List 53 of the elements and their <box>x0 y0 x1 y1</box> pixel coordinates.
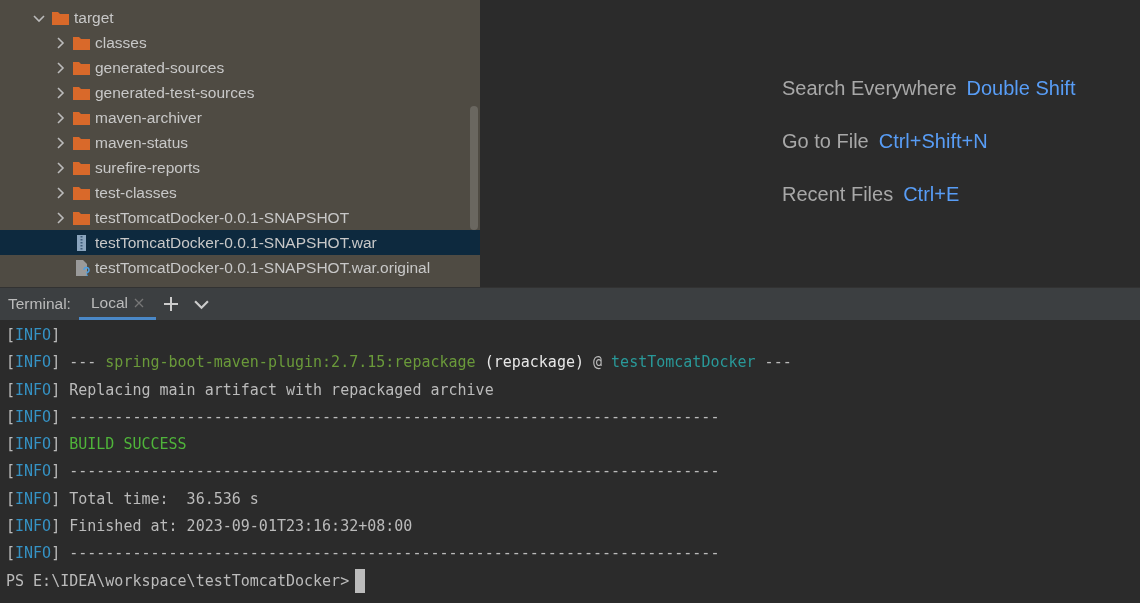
hint-action: Search Everywhere <box>782 77 957 99</box>
tree-item[interactable]: surefire-reports <box>0 155 480 180</box>
tree-item-label: test-classes <box>94 182 177 203</box>
tree-item-label: target <box>73 7 114 28</box>
terminal-line: [INFO] <box>6 325 62 346</box>
tree-item-label: testTomcatDocker-0.0.1-SNAPSHOT.war <box>94 232 377 253</box>
terminal-line: [INFO] Total time: 36.536 s <box>6 488 260 510</box>
terminal-line: [INFO] ------------------------------------------------------------------------ <box>6 406 721 428</box>
shortcut-link[interactable]: Ctrl+E <box>903 183 960 205</box>
plus-icon <box>163 297 178 311</box>
terminal-line: [INFO] ------------------------------------------------------------------------ <box>6 543 721 565</box>
folder-icon <box>72 159 91 176</box>
tree-item-label: testTomcatDocker-0.0.1-SNAPSHOT <box>94 207 350 228</box>
close-icon <box>133 297 144 308</box>
folder-icon <box>72 34 91 51</box>
folder-icon <box>51 9 70 26</box>
tree-item-label: maven-archiver <box>94 107 202 128</box>
shortcut-link[interactable]: Ctrl+Shift+N <box>878 130 988 152</box>
tree-item[interactable]: maven-archiver <box>0 105 480 130</box>
hint-action: Go to File <box>782 130 869 152</box>
folder-icon <box>72 109 91 126</box>
shortcut-link[interactable]: Double Shift <box>966 77 1076 99</box>
tree-item[interactable]: testTomcatDocker-0.0.1-SNAPSHOT <box>0 205 480 230</box>
tree-item[interactable]: test-classes <box>0 180 480 205</box>
terminal-tab[interactable]: Local <box>78 288 156 320</box>
folder-icon <box>72 134 91 151</box>
tree-item-label: generated-test-sources <box>94 82 255 103</box>
folder-icon <box>72 184 91 201</box>
folder-icon <box>72 209 91 226</box>
tree-item[interactable]: target <box>0 5 480 30</box>
terminal-line: [INFO] BUILD SUCCESS <box>6 434 188 456</box>
tree-item-label: maven-status <box>94 132 189 153</box>
terminal-line: [INFO] Finished at: 2023-09-01T23:16:32+08:00 <box>6 516 414 538</box>
tree-item-label: testTomcatDocker-0.0.1-SNAPSHOT.war.original <box>94 257 431 278</box>
terminal-prompt: PS E:\IDEA\workspace\testTomcatDocker> <box>6 570 350 592</box>
terminal-line: [INFO] --- spring-boot-maven-plugin:2.7.15:repackage (repackage) @ testTomcatDocker --- <box>6 352 793 374</box>
tree-item[interactable]: maven-status <box>0 130 480 155</box>
tree-item[interactable]: testTomcatDocker-0.0.1-SNAPSHOT.war <box>0 230 480 255</box>
terminal-label: Terminal: <box>7 294 72 315</box>
folder-icon <box>72 84 91 101</box>
tree-item[interactable]: testTomcatDocker-0.0.1-SNAPSHOT.war.original <box>0 255 480 280</box>
hint-action: Recent Files <box>782 183 894 205</box>
tree-item[interactable]: classes <box>0 30 480 55</box>
tree-item-label: classes <box>94 32 147 53</box>
tree-item-label: generated-sources <box>94 57 225 78</box>
terminal-line: [INFO] Replacing main artifact with repackaged archive <box>6 379 495 401</box>
tree-item[interactable]: generated-sources <box>0 55 480 80</box>
terminal-line: [INFO] ------------------------------------------------------------------------ <box>6 461 721 483</box>
tree-item[interactable]: generated-test-sources <box>0 80 480 105</box>
folder-icon <box>72 59 91 76</box>
scrollbar-thumb[interactable] <box>470 106 478 230</box>
tree-item-label: surefire-reports <box>94 157 201 178</box>
text-cursor <box>355 569 366 594</box>
